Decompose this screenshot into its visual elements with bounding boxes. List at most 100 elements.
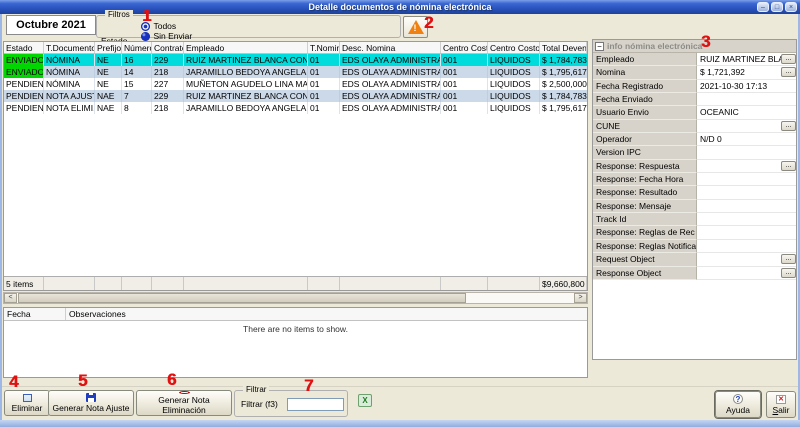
cell-empleado[interactable]: RUIZ MARTINEZ BLANCA CONSUELO <box>184 90 308 102</box>
column-header-fecha[interactable]: Fecha <box>4 308 66 320</box>
cell-tdocumento[interactable]: NÓMINA <box>44 78 95 90</box>
cell-empleado[interactable]: JARAMILLO BEDOYA ANGELA YOVANA <box>184 66 308 78</box>
cell-numero[interactable]: 8 <box>122 102 152 114</box>
maximize-button[interactable]: □ <box>771 2 783 12</box>
cell-contrato[interactable]: 227 <box>152 78 184 90</box>
ellipsis-button[interactable]: ... <box>781 161 796 171</box>
column-header[interactable]: Prefijo <box>95 42 122 53</box>
cell-desc-nomina[interactable]: EDS OLAYA ADMINISTRACION <box>340 66 441 78</box>
cell-total-devengado[interactable]: $ 1,795,617. <box>540 66 587 78</box>
cell-tnomina[interactable]: 01 <box>308 78 340 90</box>
nota-ajuste-label: Generar Nota Ajuste <box>52 403 129 413</box>
cell-estado[interactable]: ENVIADO <box>4 66 44 78</box>
cell-estado[interactable]: PENDIENTE <box>4 78 44 90</box>
eliminar-button[interactable]: Eliminar <box>4 390 50 416</box>
cell-centro-costos[interactable]: 001 <box>441 78 488 90</box>
cell-tnomina[interactable]: 01 <box>308 66 340 78</box>
cell-numero[interactable]: 14 <box>122 66 152 78</box>
cell-empleado[interactable]: RUIZ MARTINEZ BLANCA CONSUELO <box>184 54 308 66</box>
cell-numero[interactable]: 16 <box>122 54 152 66</box>
column-header[interactable]: Desc. Nomina <box>340 42 441 53</box>
cell-estado[interactable]: ENVIADO <box>4 54 44 66</box>
cell-prefijo[interactable]: NE <box>95 66 122 78</box>
cell-prefijo[interactable]: NAE <box>95 102 122 114</box>
cell-tnomina[interactable]: 01 <box>308 102 340 114</box>
cell-total-devengado[interactable]: $ 1,784,783. <box>540 90 587 102</box>
column-header[interactable]: Número <box>122 42 152 53</box>
radio-icon[interactable] <box>141 32 150 41</box>
minimize-button[interactable]: – <box>757 2 769 12</box>
scroll-left-arrow[interactable]: < <box>4 293 17 303</box>
table-row[interactable]: PENDIENTE NÓMINA NE 15 227 MUÑETON AGUDE… <box>4 78 587 90</box>
cell-centro-costos[interactable]: 001 <box>441 66 488 78</box>
cell-centro-costos[interactable]: 001 <box>441 54 488 66</box>
column-header[interactable]: Contrato <box>152 42 184 53</box>
cell-centro-costos-desc[interactable]: LIQUIDOS <box>488 66 540 78</box>
table-row[interactable]: ENVIADO NÓMINA NE 14 218 JARAMILLO BEDOY… <box>4 66 587 78</box>
ellipsis-button[interactable]: ... <box>781 67 796 77</box>
cell-centro-costos-desc[interactable]: LIQUIDOS <box>488 78 540 90</box>
cell-tnomina[interactable]: 01 <box>308 90 340 102</box>
cell-prefijo[interactable]: NE <box>95 78 122 90</box>
cell-empleado[interactable]: MUÑETON AGUDELO LINA MARCELA <box>184 78 308 90</box>
ellipsis-button[interactable]: ... <box>781 254 796 264</box>
cell-estado[interactable]: PENDIENTE <box>4 102 44 114</box>
radio-todos[interactable]: Todos <box>141 21 224 31</box>
salir-button[interactable]: ✕ Salir <box>766 391 796 418</box>
cell-desc-nomina[interactable]: EDS OLAYA ADMINISTRACION <box>340 54 441 66</box>
ellipsis-button[interactable]: ... <box>781 121 796 131</box>
cell-desc-nomina[interactable]: EDS OLAYA ADMINISTRACION <box>340 102 441 114</box>
ayuda-button[interactable]: ? Ayuda <box>715 391 761 418</box>
cell-centro-costos-desc[interactable]: LIQUIDOS <box>488 102 540 114</box>
footer-cell <box>340 277 441 290</box>
generar-nota-eliminacion-button[interactable]: Generar Nota Eliminación <box>136 390 232 416</box>
cell-tdocumento[interactable]: NOTA AJUSTE <box>44 90 95 102</box>
cell-tdocumento[interactable]: NOTA ELIMI... <box>44 102 95 114</box>
cell-prefijo[interactable]: NAE <box>95 90 122 102</box>
cell-contrato[interactable]: 229 <box>152 90 184 102</box>
scrollbar-thumb[interactable] <box>18 293 466 303</box>
cell-desc-nomina[interactable]: EDS OLAYA ADMINISTRACION <box>340 78 441 90</box>
ellipsis-button[interactable]: ... <box>781 54 796 64</box>
ellipsis-button[interactable]: ... <box>781 268 796 278</box>
cell-empleado[interactable]: JARAMILLO BEDOYA ANGELA YOVANA <box>184 102 308 114</box>
scroll-right-arrow[interactable]: > <box>574 293 587 303</box>
cell-total-devengado[interactable]: $ 1,784,783. <box>540 54 587 66</box>
collapse-icon[interactable]: − <box>595 42 604 51</box>
filtrar-input[interactable] <box>287 398 344 411</box>
radio-sin-enviar[interactable]: Sin Enviar <box>141 31 224 41</box>
generar-nota-ajuste-button[interactable]: Generar Nota Ajuste <box>48 390 134 416</box>
cell-total-devengado[interactable]: $ 1,795,617. <box>540 102 587 114</box>
column-header[interactable]: T.Documento <box>44 42 95 53</box>
cell-contrato[interactable]: 218 <box>152 102 184 114</box>
cell-total-devengado[interactable]: $ 2,500,000. <box>540 78 587 90</box>
close-button[interactable]: × <box>785 2 797 12</box>
cell-tdocumento[interactable]: NÓMINA <box>44 66 95 78</box>
cell-centro-costos[interactable]: 001 <box>441 102 488 114</box>
cell-tdocumento[interactable]: NÓMINA <box>44 54 95 66</box>
table-row[interactable]: PENDIENTE NOTA ELIMI... NAE 8 218 JARAMI… <box>4 102 587 114</box>
cell-centro-costos-desc[interactable]: LIQUIDOS <box>488 54 540 66</box>
table-row[interactable]: ENVIADO NÓMINA NE 16 229 RUIZ MARTINEZ B… <box>4 54 587 66</box>
cell-numero[interactable]: 7 <box>122 90 152 102</box>
column-header-observaciones[interactable]: Observaciones <box>66 308 587 320</box>
cell-prefijo[interactable]: NE <box>95 54 122 66</box>
field-label: Response: Reglas de Rec <box>593 226 697 239</box>
cell-contrato[interactable]: 218 <box>152 66 184 78</box>
cell-centro-costos-desc[interactable]: LIQUIDOS <box>488 90 540 102</box>
column-header[interactable]: Centro Costos <box>441 42 488 53</box>
cell-tnomina[interactable]: 01 <box>308 54 340 66</box>
column-header[interactable]: Estado <box>4 42 44 53</box>
table-row[interactable]: PENDIENTE NOTA AJUSTE NAE 7 229 RUIZ MAR… <box>4 90 587 102</box>
cell-centro-costos[interactable]: 001 <box>441 90 488 102</box>
cell-numero[interactable]: 15 <box>122 78 152 90</box>
cell-contrato[interactable]: 229 <box>152 54 184 66</box>
column-header[interactable]: Total Deven <box>540 42 587 53</box>
column-header[interactable]: Empleado <box>184 42 308 53</box>
cell-estado[interactable]: PENDIENTE <box>4 90 44 102</box>
excel-export-button[interactable]: X <box>358 394 372 407</box>
column-header[interactable]: Centro Costos Desc <box>488 42 540 53</box>
column-header[interactable]: T.Nomina <box>308 42 340 53</box>
horizontal-scrollbar[interactable]: < > <box>3 292 588 304</box>
cell-desc-nomina[interactable]: EDS OLAYA ADMINISTRACION <box>340 90 441 102</box>
